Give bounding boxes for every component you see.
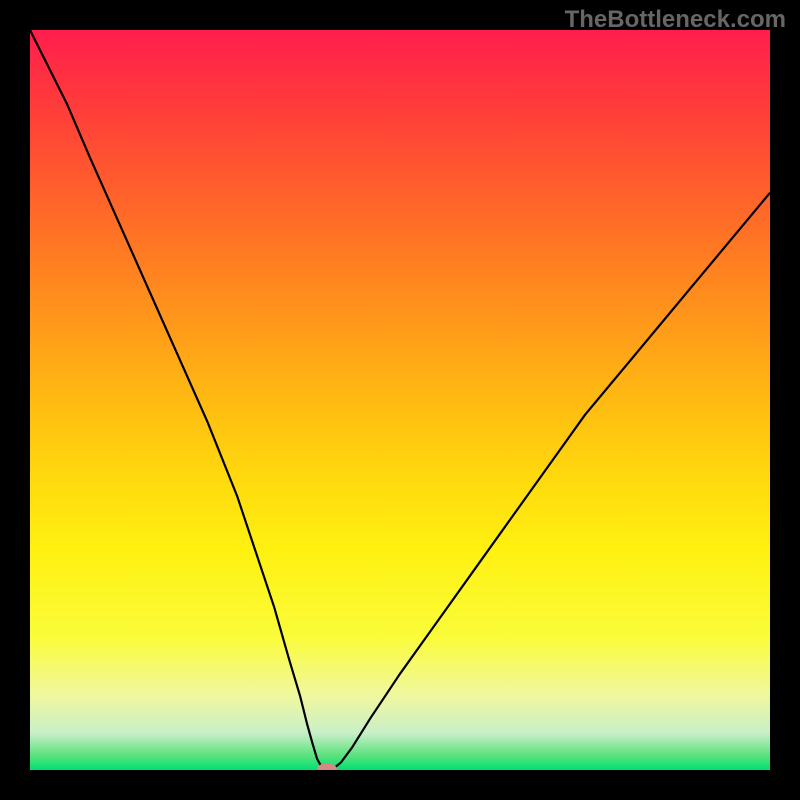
minimum-marker	[317, 764, 337, 770]
plot-area	[30, 30, 770, 770]
watermark-text: TheBottleneck.com	[565, 6, 786, 34]
curve-svg	[30, 30, 770, 770]
bottleneck-curve	[30, 30, 770, 770]
